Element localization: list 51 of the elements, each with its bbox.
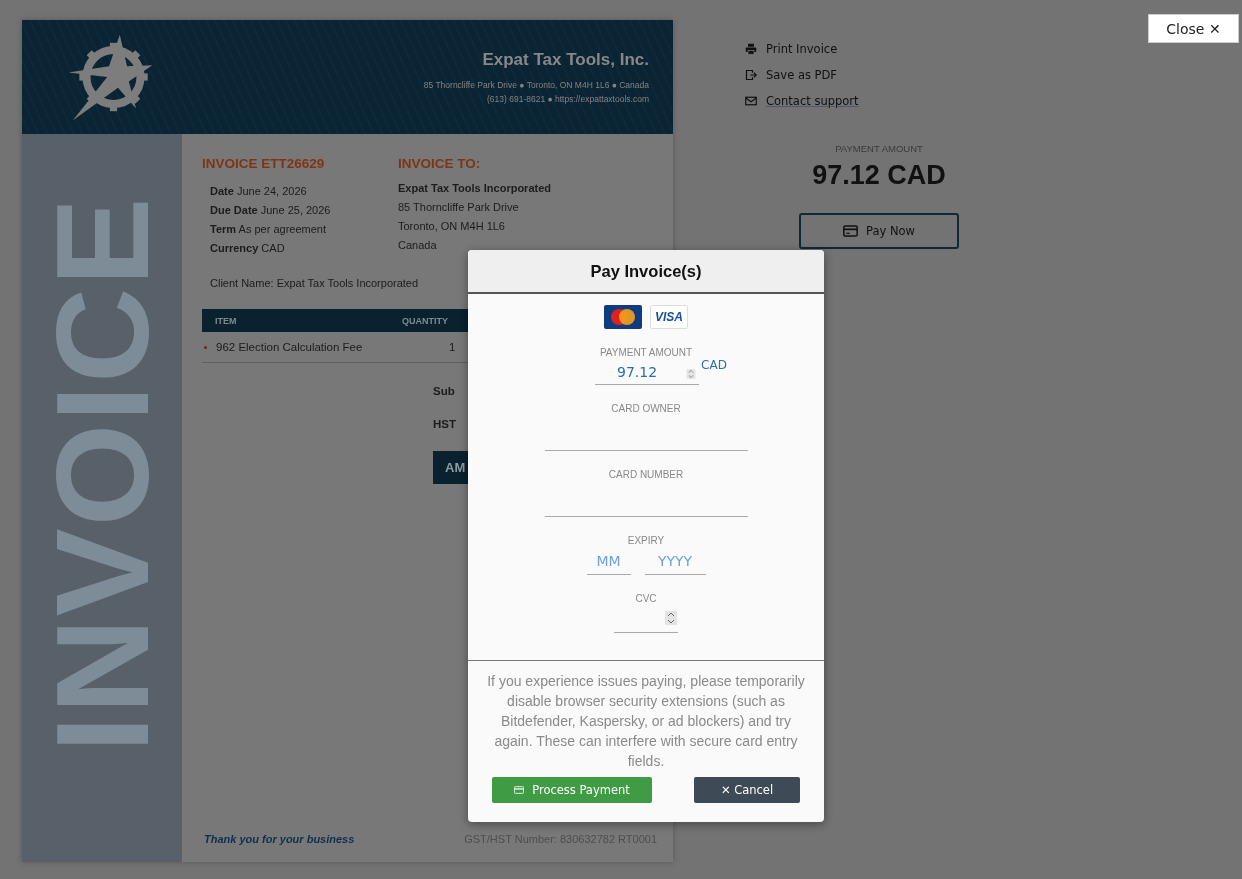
field-label: EXPIRY <box>627 535 665 546</box>
credit-card-icon <box>843 225 858 237</box>
invoice-detail: Term As per agreement <box>210 222 327 237</box>
card-brand-icon <box>604 305 642 329</box>
company-address: 85 Thorncliffe Park Drive ● Toronto, ON M4H 1L6 ● Canada <box>423 80 649 90</box>
invoice-detail: Currency CAD <box>210 241 286 256</box>
column-header: QUANTITY <box>402 315 449 326</box>
spinner-icon <box>685 369 698 379</box>
payment-notice: If you experience issues paying, please temporarily disable browser security extensions (such as Bitdefender, Kaspersky, or ad blockers) and try again. These can interfere with secure card entry fields. <box>486 672 806 771</box>
process-payment-button[interactable]: Process Payment <box>492 777 652 803</box>
column-header: ITEM <box>214 315 238 326</box>
thank-you-note: Thank you for your business <box>204 833 355 845</box>
field-label: CARD NUMBER <box>608 469 684 480</box>
dialog-title: Pay Invoice(s) <box>590 261 702 281</box>
invoice-detail: Date June 24, 2026 <box>210 184 308 199</box>
field-label: PAYMENT AMOUNT <box>599 347 693 358</box>
field-label: CARD OWNER <box>611 403 681 414</box>
action-link[interactable]: Contact support <box>745 94 859 108</box>
bill-to-line: Toronto, ON M4H 1L6 <box>398 219 506 234</box>
amount-field[interactable]: 97.12 <box>595 360 700 385</box>
printer-icon <box>745 43 757 55</box>
action-link[interactable]: Save as PDF <box>745 68 837 82</box>
total-label: HST <box>433 418 456 432</box>
bill-to-line: Canada <box>398 238 438 253</box>
pay-now-button[interactable]: Pay Now <box>799 213 959 249</box>
client-name: Client Name: Expat Tax Tools Incorporated <box>210 277 420 289</box>
invoice-number: INVOICE ETT26629 <box>202 156 326 171</box>
total-label: Sub <box>433 385 455 399</box>
invoice-detail: Due Date June 25, 2026 <box>210 203 332 218</box>
table-cell-text: 962 Election Calculation Fee <box>216 340 364 355</box>
expiry-field[interactable]: YYYY <box>644 548 706 575</box>
action-link[interactable]: Print Invoice <box>745 42 838 56</box>
cancel-button[interactable]: ✕ Cancel <box>694 777 800 803</box>
credit-card-icon <box>514 786 525 794</box>
bill-to-name: Expat Tax Tools Incorporated <box>398 182 551 194</box>
spinner-icon <box>665 611 677 625</box>
payment-amount-label: PAYMENT AMOUNT <box>835 143 923 154</box>
currency-label: CAD <box>701 358 727 372</box>
company-name: Expat Tax Tools, Inc. <box>482 50 649 70</box>
payment-amount: 97.12 CAD <box>812 160 946 191</box>
expiry-field[interactable]: MM <box>586 548 631 575</box>
visa-logo: VISA <box>650 305 688 329</box>
close-button[interactable]: Close ✕ <box>1148 14 1239 43</box>
bill-to-line: 85 Thorncliffe Park Drive <box>398 200 520 215</box>
file-export-icon <box>745 69 757 81</box>
field-label: CVC <box>635 593 657 604</box>
bullet-icon <box>204 346 207 349</box>
company-contact: (613) 691-8621 ● https://expattaxtools.com <box>487 94 649 104</box>
table-cell-text: 1 <box>448 340 457 355</box>
envelope-icon <box>745 95 757 107</box>
bill-to-heading: INVOICE TO: <box>398 156 482 171</box>
